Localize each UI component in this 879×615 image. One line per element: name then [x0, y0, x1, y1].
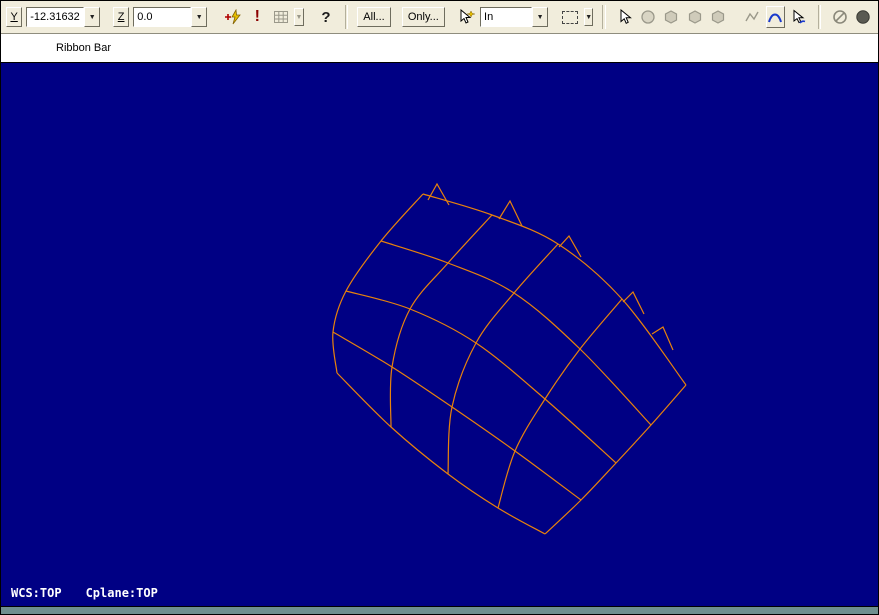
toolbar-separator — [602, 5, 606, 29]
marquee-dropdown-icon[interactable]: ▼ — [584, 8, 594, 26]
in-selection-input[interactable] — [480, 7, 533, 27]
cplane-label: Cplane:TOP — [85, 586, 158, 600]
prompt-strip: Ribbon Bar — [1, 34, 878, 62]
y-dropdown-arrow-icon[interactable]: ▼ — [84, 7, 101, 27]
apply-bolt-icon — [224, 9, 241, 25]
status-readout: WCS:TOP Cplane:TOP — [11, 586, 158, 600]
in-selection-combo: ▼ — [480, 7, 549, 27]
viewport[interactable]: WCS:TOP Cplane:TOP — [1, 62, 878, 607]
z-value-combo: ▼ — [133, 7, 208, 27]
apply-icon[interactable] — [222, 6, 244, 28]
surface-grid-disabled-icon — [271, 6, 290, 28]
y-value-combo: ▼ — [26, 7, 101, 27]
select-all-button[interactable]: All... — [357, 7, 391, 27]
circle-select-disabled-icon — [638, 6, 657, 28]
surface-grid-dropdown-icon: ▼ — [294, 8, 304, 26]
z-axis-button[interactable]: Z — [113, 7, 130, 27]
toolbar-separator — [817, 5, 822, 29]
y-value-input[interactable] — [26, 7, 85, 27]
polygon-select-disabled-icon-2 — [685, 6, 704, 28]
wireframe-svg — [332, 182, 687, 535]
prohibit-icon[interactable] — [830, 6, 849, 28]
z-dropdown-arrow-icon[interactable]: ▼ — [191, 7, 208, 27]
polygon-select-disabled-icon-3 — [709, 6, 728, 28]
toolbar-separator — [344, 5, 349, 29]
z-value-input[interactable] — [133, 7, 192, 27]
bottom-strip — [1, 607, 878, 614]
ribbon-bar-label: Ribbon Bar — [56, 42, 112, 54]
app-window: Y ▼ Z ▼ ! ▼ — [0, 0, 879, 615]
sketch-select-icon[interactable] — [789, 6, 808, 28]
select-cursor-icon[interactable] — [615, 6, 634, 28]
polygon-select-disabled-icon-1 — [662, 6, 681, 28]
ribbon-toolbar: Y ▼ Z ▼ ! ▼ — [1, 1, 878, 34]
select-only-button[interactable]: Only... — [401, 7, 445, 27]
cursor-highlight-icon[interactable] — [456, 6, 476, 28]
help-icon[interactable]: ? — [316, 6, 335, 28]
marquee-select-icon[interactable] — [561, 6, 580, 28]
vector-select-disabled-icon — [742, 6, 761, 28]
y-axis-button[interactable]: Y — [6, 7, 23, 27]
wcs-label: WCS:TOP — [11, 586, 62, 600]
curve-select-icon[interactable] — [765, 6, 786, 28]
filled-circle-icon[interactable] — [854, 6, 873, 28]
in-dropdown-arrow-icon[interactable]: ▼ — [532, 7, 549, 27]
exclamation-icon[interactable]: ! — [248, 6, 267, 28]
